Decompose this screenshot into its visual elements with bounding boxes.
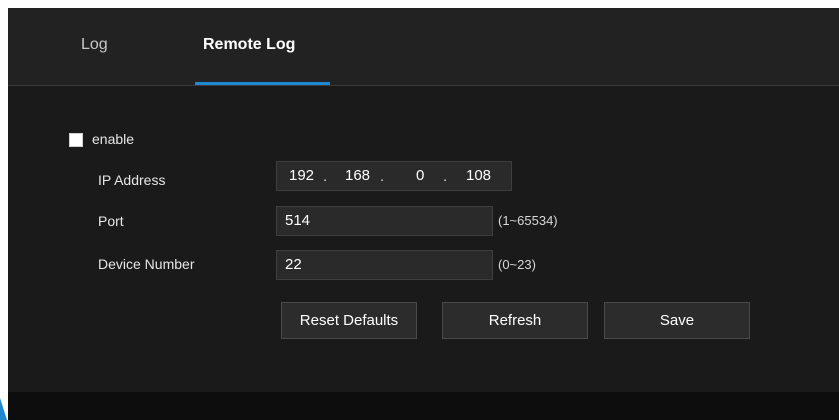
- enable-checkbox[interactable]: [69, 133, 83, 147]
- port-range-hint: (1~65534): [498, 213, 558, 228]
- save-button[interactable]: Save: [604, 302, 750, 339]
- device-number-range-hint: (0~23): [498, 257, 536, 272]
- ip-octet-4-input[interactable]: 108: [466, 167, 491, 184]
- device-number-value: 22: [285, 256, 302, 273]
- corner-accent-decoration: [0, 398, 7, 420]
- enable-label: enable: [92, 131, 135, 147]
- reset-defaults-button[interactable]: Reset Defaults: [281, 302, 417, 339]
- tab-log[interactable]: Log: [81, 36, 108, 54]
- tab-remote-log[interactable]: Remote Log: [203, 36, 295, 54]
- device-number-label: Device Number: [98, 256, 195, 272]
- remote-log-panel: Log Remote Log enable IP Address 192 . 1…: [8, 8, 839, 420]
- ip-address-label: IP Address: [98, 172, 166, 188]
- refresh-button[interactable]: Refresh: [442, 302, 588, 339]
- port-label: Port: [98, 213, 124, 229]
- ip-octet-2-input[interactable]: 168: [345, 167, 370, 184]
- active-tab-indicator: [195, 82, 330, 85]
- ip-octet-1-input[interactable]: 192: [289, 167, 314, 184]
- ip-separator: .: [380, 168, 385, 185]
- ip-separator: .: [443, 168, 448, 185]
- tab-bar: Log Remote Log: [8, 8, 839, 86]
- device-number-input[interactable]: 22: [276, 250, 493, 280]
- ip-separator: .: [323, 168, 328, 185]
- port-input[interactable]: 514: [276, 206, 493, 236]
- ip-octet-3-input[interactable]: 0: [416, 167, 424, 184]
- ip-address-field: 192 . 168 . 0 . 108: [276, 161, 512, 191]
- footer-strip: [8, 392, 839, 420]
- port-value: 514: [285, 212, 311, 229]
- remote-log-form: enable IP Address 192 . 168 . 0 . 108 Po…: [8, 86, 839, 392]
